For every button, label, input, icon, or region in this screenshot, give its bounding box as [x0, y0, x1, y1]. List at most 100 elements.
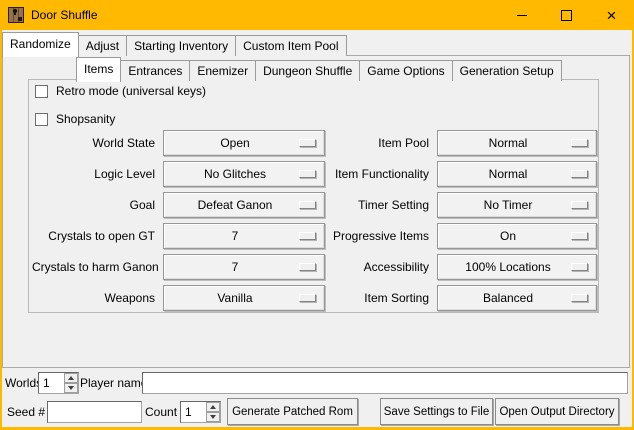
dropdown-indicator-icon	[299, 139, 316, 147]
titlebar: Door Shuffle ×	[0, 0, 634, 30]
retro-mode-label: Retro mode (universal keys)	[56, 84, 206, 98]
save-settings-button[interactable]: Save Settings to File	[380, 398, 493, 425]
client-area: Randomize Adjust Starting Inventory Cust…	[2, 30, 632, 427]
tab-adjust[interactable]: Adjust	[78, 35, 127, 56]
shopsanity-checkbox[interactable]	[35, 113, 48, 126]
generate-patched-rom-button[interactable]: Generate Patched Rom	[227, 398, 358, 425]
goal-dropdown[interactable]: Defeat Ganon	[163, 192, 325, 218]
tab-entrances[interactable]: Entrances	[120, 60, 190, 81]
crystals-gt-dropdown[interactable]: 7	[163, 223, 325, 249]
maximize-button[interactable]	[544, 0, 589, 30]
minimize-button[interactable]	[499, 0, 544, 30]
progressive-items-dropdown[interactable]: On	[437, 223, 597, 249]
logic-level-dropdown[interactable]: No Glitches	[163, 161, 325, 187]
dropdown-indicator-icon	[299, 170, 316, 178]
world-state-label: World State	[32, 130, 163, 156]
tab-randomize[interactable]: Randomize	[2, 32, 79, 57]
sub-tabbar: Items Entrances Enemizer Dungeon Shuffle…	[76, 57, 562, 81]
shopsanity-checkbox-row[interactable]: Shopsanity	[35, 112, 115, 126]
accessibility-dropdown[interactable]: 100% Locations	[437, 254, 597, 280]
tab-starting-inventory[interactable]: Starting Inventory	[126, 35, 236, 56]
item-functionality-value: Normal	[438, 162, 578, 186]
player-names-input[interactable]	[142, 372, 628, 394]
accessibility-label: Accessibility	[332, 254, 437, 280]
timer-setting-dropdown[interactable]: No Timer	[437, 192, 597, 218]
dropdown-indicator-icon	[571, 294, 588, 302]
crystals-ganon-label: Crystals to harm Ganon	[32, 254, 163, 280]
weapons-dropdown[interactable]: Vanilla	[163, 285, 325, 311]
progressive-items-value: On	[438, 224, 578, 248]
item-sorting-value: Balanced	[438, 286, 578, 310]
dropdown-indicator-icon	[299, 232, 316, 240]
down-triangle-icon	[210, 415, 216, 419]
progressive-items-label: Progressive Items	[332, 223, 437, 249]
accessibility-value: 100% Locations	[438, 255, 578, 279]
logic-level-label: Logic Level	[32, 161, 163, 187]
tab-items[interactable]: Items	[76, 57, 121, 82]
item-sorting-label: Item Sorting	[332, 285, 437, 311]
up-triangle-icon	[68, 376, 74, 380]
item-functionality-label: Item Functionality	[332, 161, 437, 187]
worlds-label: Worlds	[5, 372, 42, 394]
goal-value: Defeat Ganon	[164, 193, 306, 217]
item-pool-value: Normal	[438, 131, 578, 155]
close-button[interactable]: ×	[589, 0, 634, 30]
weapons-label: Weapons	[32, 285, 163, 311]
goal-label: Goal	[32, 192, 163, 218]
dropdown-indicator-icon	[571, 170, 588, 178]
seed-label: Seed #	[7, 401, 45, 423]
shopsanity-label: Shopsanity	[56, 112, 115, 126]
app-door-icon	[8, 7, 24, 23]
tab-enemizer[interactable]: Enemizer	[189, 60, 256, 81]
worlds-spin-down-button[interactable]	[64, 383, 78, 393]
seed-input[interactable]	[47, 401, 142, 423]
item-pool-dropdown[interactable]: Normal	[437, 130, 597, 156]
count-spin-buttons	[206, 402, 220, 422]
count-label: Count	[145, 401, 177, 423]
dropdown-indicator-icon	[299, 294, 316, 302]
minimize-icon	[517, 15, 527, 16]
world-state-dropdown[interactable]: Open	[163, 130, 325, 156]
item-sorting-dropdown[interactable]: Balanced	[437, 285, 597, 311]
dropdown-indicator-icon	[571, 201, 588, 209]
item-pool-label: Item Pool	[332, 130, 437, 156]
dropdown-indicator-icon	[299, 263, 316, 271]
maximize-icon	[561, 10, 572, 21]
app-window: Door Shuffle × Randomize Adjust Starting…	[0, 0, 634, 430]
weapons-value: Vanilla	[164, 286, 306, 310]
down-triangle-icon	[68, 386, 74, 390]
worlds-stepper[interactable]	[38, 372, 79, 394]
count-spin-down-button[interactable]	[206, 412, 220, 422]
retro-mode-checkbox[interactable]	[35, 85, 48, 98]
tab-game-options[interactable]: Game Options	[359, 60, 452, 81]
dropdown-indicator-icon	[571, 139, 588, 147]
window-title: Door Shuffle	[31, 8, 98, 22]
world-state-value: Open	[164, 131, 306, 155]
count-spin-up-button[interactable]	[206, 402, 220, 412]
tab-generation-setup[interactable]: Generation Setup	[452, 60, 562, 81]
tab-dungeon-shuffle[interactable]: Dungeon Shuffle	[255, 60, 360, 81]
dropdown-indicator-icon	[571, 232, 588, 240]
timer-setting-value: No Timer	[438, 193, 578, 217]
crystals-gt-value: 7	[164, 224, 306, 248]
crystals-ganon-dropdown[interactable]: 7	[163, 254, 325, 280]
item-functionality-dropdown[interactable]: Normal	[437, 161, 597, 187]
options-grid: World State Open Item Pool Normal Logic …	[32, 130, 597, 311]
worlds-spin-up-button[interactable]	[64, 373, 78, 383]
window-controls: ×	[499, 0, 634, 30]
close-icon: ×	[607, 7, 617, 24]
crystals-ganon-value: 7	[164, 255, 306, 279]
dropdown-indicator-icon	[299, 201, 316, 209]
timer-setting-label: Timer Setting	[332, 192, 437, 218]
worlds-input[interactable]	[39, 373, 64, 393]
open-output-directory-button[interactable]: Open Output Directory	[495, 398, 619, 425]
logic-level-value: No Glitches	[164, 162, 306, 186]
dropdown-indicator-icon	[571, 263, 588, 271]
count-stepper[interactable]	[180, 401, 221, 423]
count-input[interactable]	[181, 402, 206, 422]
retro-mode-checkbox-row[interactable]: Retro mode (universal keys)	[35, 84, 206, 98]
worlds-spin-buttons	[64, 373, 78, 393]
main-tabbar: Randomize Adjust Starting Inventory Cust…	[2, 32, 347, 56]
tab-custom-item-pool[interactable]: Custom Item Pool	[235, 35, 346, 56]
up-triangle-icon	[210, 405, 216, 409]
